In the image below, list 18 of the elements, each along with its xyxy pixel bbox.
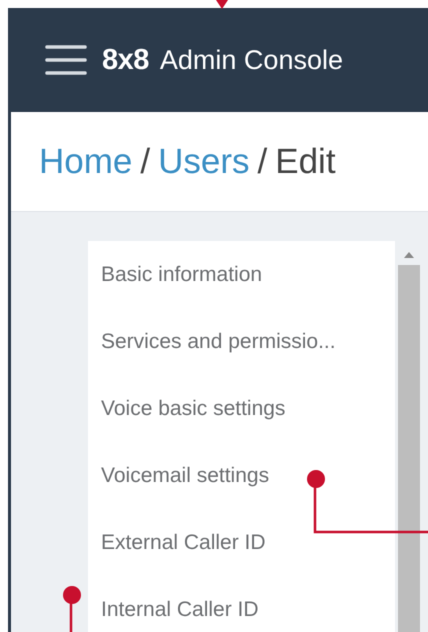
- menu-item[interactable]: Voicemail settings: [88, 442, 270, 509]
- leader-line: [63, 586, 81, 632]
- scrollbar-thumb[interactable]: [398, 265, 420, 632]
- pointer-arrow: [216, 0, 228, 9]
- menu-icon[interactable]: [45, 44, 87, 76]
- app-title: Admin Console: [160, 44, 343, 76]
- menu-item[interactable]: Services and permissio...: [88, 308, 336, 375]
- breadcrumb-separator: /: [140, 142, 150, 182]
- breadcrumb-link[interactable]: Users: [158, 142, 250, 182]
- breadcrumb-link[interactable]: Home: [39, 142, 132, 182]
- breadcrumb-separator: /: [258, 142, 268, 182]
- menu-item[interactable]: Internal Caller ID: [88, 576, 259, 632]
- menu-item[interactable]: Basic information: [88, 241, 262, 308]
- menu-item[interactable]: External Caller ID: [88, 509, 266, 576]
- scroll-up-icon[interactable]: [403, 251, 415, 259]
- menu-item[interactable]: Voice basic settings: [88, 375, 286, 442]
- logo: 8x8: [102, 44, 149, 76]
- breadcrumb-current: Edit: [275, 142, 336, 182]
